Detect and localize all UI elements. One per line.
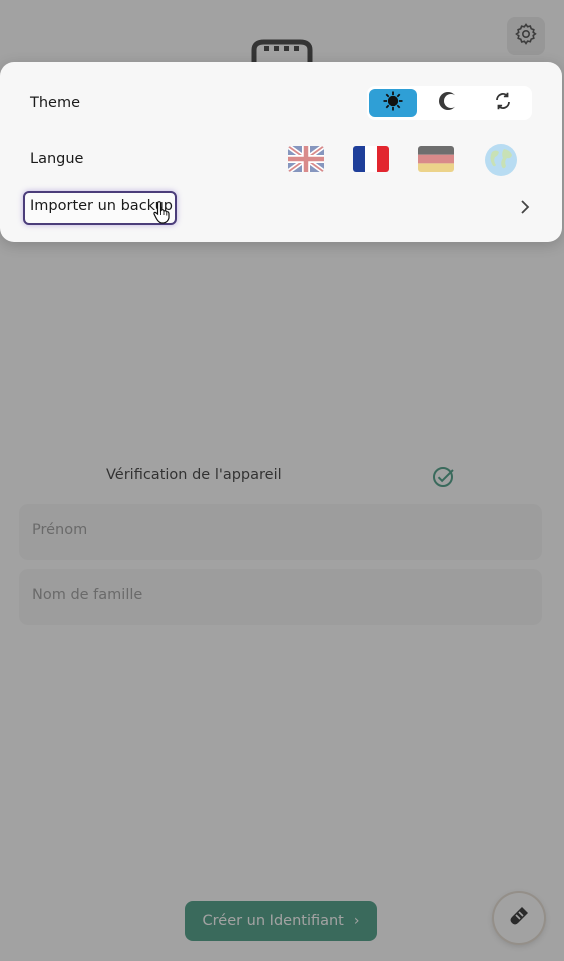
settings-sheet: Theme Langue Importer un backup [0,62,562,242]
germany-flag-icon[interactable] [418,146,454,172]
language-label: Langue [30,151,84,167]
sun-icon [382,90,404,116]
theme-light-option[interactable] [369,89,417,117]
import-backup-row[interactable]: Importer un backup [0,190,562,228]
hand-pointer-cursor-icon [152,200,172,224]
france-flag-icon[interactable] [353,146,389,172]
theme-selector [367,86,532,120]
theme-auto-option[interactable] [479,89,527,117]
globe-icon[interactable] [484,143,518,177]
theme-label: Theme [30,95,81,111]
chevron-right-icon [518,198,532,216]
theme-dark-option[interactable] [424,89,472,117]
sync-icon [493,91,513,115]
uk-flag-icon[interactable] [288,146,324,172]
moon-icon [437,90,459,116]
